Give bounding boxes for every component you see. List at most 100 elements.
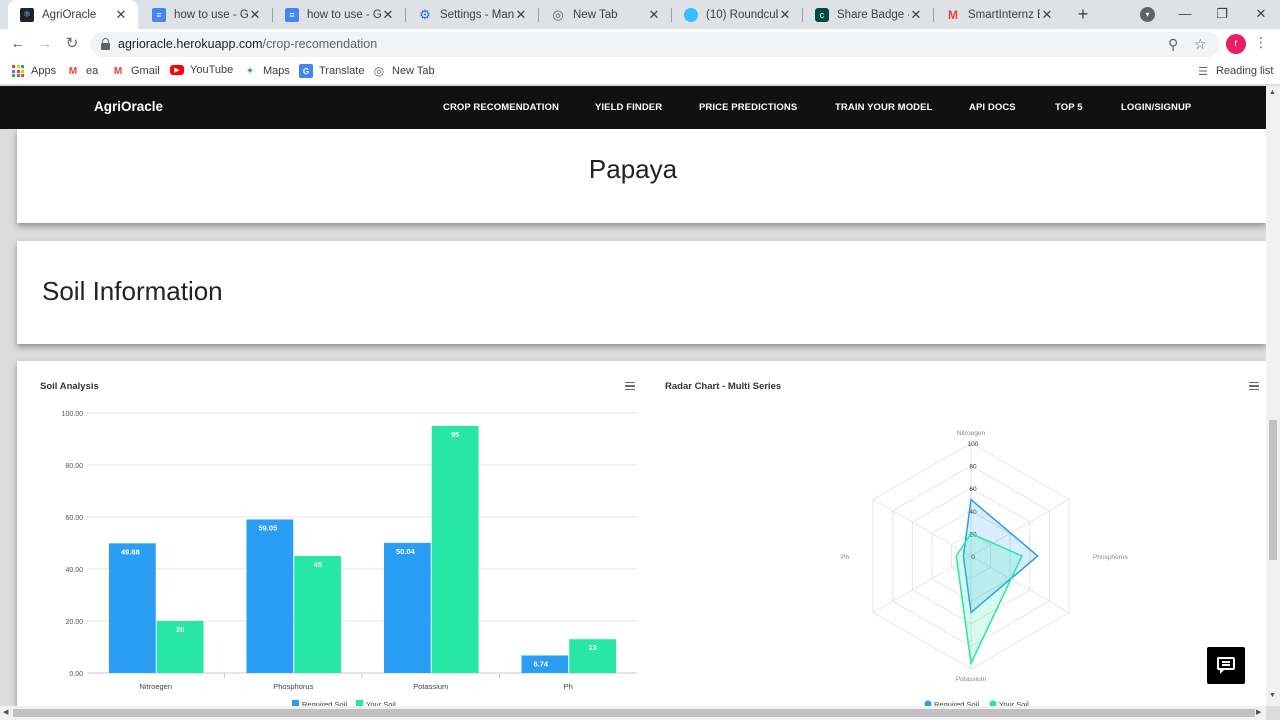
bookmark-gmail[interactable]: M Gmail [111,64,160,78]
gmail-icon: M [113,65,123,77]
bookmark-label: ea [86,65,99,77]
bookmark-label: Translate [319,65,365,77]
apps-grid-icon [11,64,25,78]
nav-price-predictions[interactable]: PRICE PREDICTIONS [699,102,797,113]
bookmark-new-tab[interactable]: ◎ New Tab [372,64,435,78]
lock-icon [101,38,110,50]
radar-axis-label: Nitroegen [957,430,986,437]
bar-data-label: 20 [176,625,184,634]
nav-top-5[interactable]: TOP 5 [1055,102,1083,113]
vertical-scrollbar[interactable]: ▲ ▼ [1266,86,1280,706]
tab-search-icon[interactable]: ▾ [1140,7,1155,22]
zoom-icon[interactable]: ⚲ [1168,36,1178,53]
charts-card: Soil Analysis Radar Chart - Multi Series… [17,361,1266,706]
kebab-menu-icon[interactable]: ⋮ [1254,34,1268,51]
youtube-icon: ▶ [170,65,184,75]
reading-list[interactable]: ☰ Reading list [1196,64,1273,78]
forward-icon[interactable]: → [34,33,56,55]
browser-tab-agrioracle[interactable]: ⚛ AgriOracle ✕ [8,0,138,29]
recommended-crop-name: Papaya [588,154,678,184]
close-tab-icon[interactable]: ✕ [381,7,395,23]
close-tab-icon[interactable]: ✕ [514,7,528,23]
minimize-button[interactable]: — [1166,0,1204,29]
bookmark-youtube[interactable]: ▶ YouTube [170,64,233,76]
roundcube-icon [684,7,698,22]
scrollbar-thumb[interactable] [13,709,1255,717]
chat-icon [1217,657,1235,670]
horizontal-scrollbar[interactable]: ◀ ▶ [0,706,1266,720]
nav-train-your-model[interactable]: TRAIN YOUR MODEL [835,102,932,113]
bar-your-soil [294,556,341,673]
scroll-right-arrow[interactable]: ▶ [1256,708,1261,716]
tab-title: Share Badge - Cr [837,8,909,21]
google-docs-icon: ≡ [285,7,299,22]
new-tab-button[interactable]: + [1073,4,1093,24]
bookmark-label: YouTube [190,64,234,76]
url-path: /crop-recomendation [262,37,378,51]
bar-data-label: 13 [588,643,596,652]
scroll-left-arrow[interactable]: ◀ [3,708,8,716]
y-tick-label: 20.00 [65,619,83,626]
close-tab-icon[interactable]: ✕ [114,7,128,23]
bar-required-soil [246,519,294,673]
scroll-down-arrow[interactable]: ▼ [1269,692,1276,699]
bar-data-label: 59.05 [259,523,278,532]
bookmarks-bar: Apps M ea M Gmail ▶ YouTube ✦ Maps G Tra… [0,59,1280,85]
bookmark-apps[interactable]: Apps [11,64,56,78]
bar-data-label: 45 [313,560,321,569]
tab-title: AgriOracle [42,8,97,21]
bookmark-star-icon[interactable]: ☆ [1194,36,1207,53]
radar-tick-label: 80 [969,464,977,471]
browser-tab[interactable]: ≡ how to use - Goo ✕ [273,0,405,29]
browser-toolbar: ← → ↻ agrioracle.herokuapp.com/crop-reco… [0,29,1280,59]
reload-icon[interactable]: ↻ [61,33,83,55]
nav-api-docs[interactable]: API DOCS [969,102,1016,113]
chat-button[interactable] [1207,647,1245,684]
site-brand[interactable]: AgriOracle [94,99,163,114]
close-tab-icon[interactable]: ✕ [778,7,792,23]
x-tick-label: Nitroegen [139,682,172,691]
bar-your-soil [431,426,479,673]
globe-icon: ◎ [552,6,564,22]
tab-title: Settings - Manag [440,8,514,21]
radar-axis-label: Ph [841,554,849,561]
bookmark-label: Apps [31,65,57,77]
gmail-icon: M [948,7,958,22]
x-tick-label: Phosphorus [273,682,313,691]
browser-tab[interactable]: M SmartInternz Ema ✕ [934,0,1064,29]
browser-tab[interactable]: ≡ how to use - Goo ✕ [140,0,272,29]
restore-button[interactable]: ❐ [1203,0,1241,29]
url-text[interactable]: agrioracle.herokuapp.com/crop-recomendat… [118,37,377,51]
close-tab-icon[interactable]: ✕ [909,7,923,23]
bookmark-label: New Tab [392,65,435,77]
y-tick-label: 40.00 [65,567,83,574]
address-bar[interactable]: agrioracle.herokuapp.com/crop-recomendat… [90,32,1220,57]
close-tab-icon[interactable]: ✕ [248,7,262,23]
google-docs-icon: ≡ [152,7,166,22]
bookmark-translate[interactable]: G Translate [299,64,364,78]
x-tick-label: Potassium [413,682,448,691]
soil-info-heading: Soil Information [42,276,223,306]
scroll-up-arrow[interactable]: ▲ [1269,89,1276,96]
nav-crop-recomendation[interactable]: CROP RECOMENDATION [443,102,559,113]
profile-avatar[interactable]: r [1226,34,1246,54]
browser-tab[interactable]: (10) Roundcube V ✕ [672,0,802,29]
browser-tab[interactable]: ◎ New Tab ✕ [539,0,671,29]
back-icon[interactable]: ← [7,33,29,55]
close-tab-icon[interactable]: ✕ [647,7,661,23]
browser-tab[interactable]: c Share Badge - Cr ✕ [803,0,933,29]
browser-tab[interactable]: ⚙ Settings - Manag ✕ [406,0,538,29]
radar-chart-menu-icon[interactable] [1249,382,1259,390]
y-tick-label: 80.00 [65,463,83,470]
site-navbar: AgriOracle CROP RECOMENDATION YIELD FIND… [0,86,1268,129]
nav-login-signup[interactable]: LOGIN/SIGNUP [1121,102,1191,113]
scrollbar-thumb[interactable] [1269,420,1277,560]
x-tick-label: Ph [564,682,573,691]
close-tab-icon[interactable]: ✕ [1040,7,1054,23]
close-window-button[interactable]: ✕ [1242,0,1280,29]
bookmark-ea[interactable]: M ea [66,64,98,78]
bookmark-maps[interactable]: ✦ Maps [243,64,290,78]
radar-axis-label: Potassium [956,676,986,683]
credly-icon: c [815,7,829,22]
nav-yield-finder[interactable]: YIELD FINDER [595,102,662,113]
